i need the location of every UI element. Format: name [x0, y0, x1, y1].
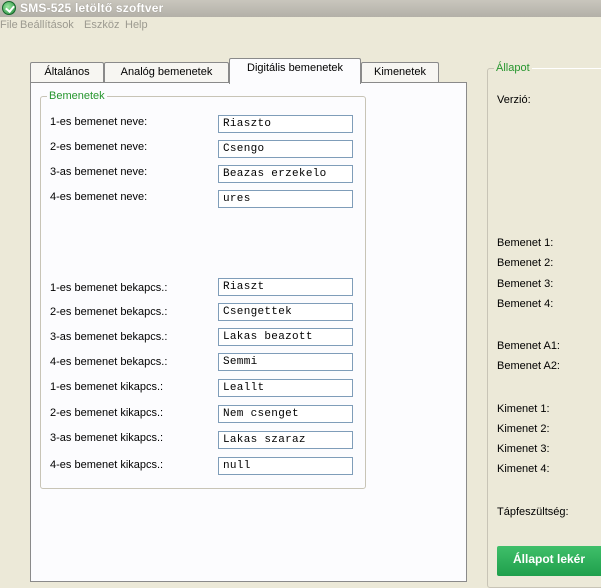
status-input-4-label: Bemenet 4: — [497, 298, 554, 310]
input-2-name-label: 2-es bemenet neve: — [50, 141, 148, 153]
tab-outputs[interactable]: Kimenetek — [361, 62, 439, 82]
input-3-on-field[interactable]: Lakas beazott — [218, 328, 353, 346]
status-input-a1-label: Bemenet A1: — [497, 340, 560, 352]
input-2-name-field[interactable]: Csengo — [218, 140, 353, 158]
supply-voltage-label: Tápfeszültség: — [497, 506, 569, 518]
input-3-off-label: 3-as bemenet kikapcs.: — [50, 432, 164, 444]
status-input-1-label: Bemenet 1: — [497, 237, 554, 249]
status-input-2-label: Bemenet 2: — [497, 257, 554, 269]
input-4-name-field[interactable]: ures — [218, 190, 353, 208]
input-1-name-field[interactable]: Riaszto — [218, 115, 353, 133]
input-4-on-label: 4-es bemenet bekapcs.: — [50, 356, 168, 368]
input-2-on-label: 2-es bemenet bekapcs.: — [50, 306, 168, 318]
input-4-off-label: 4-es bemenet kikapcs.: — [50, 459, 164, 471]
tab-general[interactable]: Általános — [30, 62, 104, 82]
status-input-a2-label: Bemenet A2: — [497, 360, 560, 372]
input-2-off-field[interactable]: Nem csenget — [218, 405, 353, 423]
window-title: SMS-525 letöltő szoftver — [20, 1, 164, 15]
status-input-3-label: Bemenet 3: — [497, 278, 554, 290]
input-1-name-label: 1-es bemenet neve: — [50, 116, 148, 128]
input-4-on-field[interactable]: Semmi — [218, 353, 353, 371]
input-2-on-field[interactable]: Csengettek — [218, 303, 353, 321]
input-3-on-label: 3-as bemenet bekapcs.: — [50, 331, 168, 343]
inputs-group-legend: Bemenetek — [47, 89, 107, 103]
tab-digital-inputs[interactable]: Digitális bemenetek — [229, 58, 361, 84]
tab-analog-inputs[interactable]: Analóg bemenetek — [104, 62, 229, 82]
app-icon — [2, 1, 16, 15]
input-2-off-label: 2-es bemenet kikapcs.: — [50, 407, 164, 419]
status-output-2-label: Kimenet 2: — [497, 423, 550, 435]
menu-settings[interactable]: Beállítások — [20, 19, 74, 31]
input-1-on-label: 1-es bemenet bekapcs.: — [50, 282, 168, 294]
title-bar: SMS-525 letöltő szoftver — [0, 0, 601, 17]
menu-file[interactable]: File — [0, 19, 18, 31]
input-4-name-label: 4-es bemenet neve: — [50, 191, 148, 203]
status-output-4-label: Kimenet 4: — [497, 463, 550, 475]
menu-device[interactable]: Eszköz — [84, 19, 119, 31]
input-1-off-field[interactable]: Leallt — [218, 379, 353, 397]
input-3-name-label: 3-as bemenet neve: — [50, 166, 148, 178]
status-output-3-label: Kimenet 3: — [497, 443, 550, 455]
input-3-name-field[interactable]: Beazas erzekelo — [218, 165, 353, 183]
menu-bar: File Beállítások Eszköz Help — [0, 17, 601, 35]
input-1-off-label: 1-es bemenet kikapcs.: — [50, 381, 164, 393]
status-output-1-label: Kimenet 1: — [497, 403, 550, 415]
status-group-legend: Állapot — [494, 61, 532, 75]
input-1-on-field[interactable]: Riaszt — [218, 278, 353, 296]
menu-help[interactable]: Help — [125, 19, 148, 31]
query-status-button[interactable]: Állapot lekér — [497, 546, 601, 576]
status-groupbox-highlight — [530, 68, 601, 69]
input-4-off-field[interactable]: null — [218, 457, 353, 475]
input-3-off-field[interactable]: Lakas szaraz — [218, 431, 353, 449]
version-label: Verzió: — [497, 94, 531, 106]
